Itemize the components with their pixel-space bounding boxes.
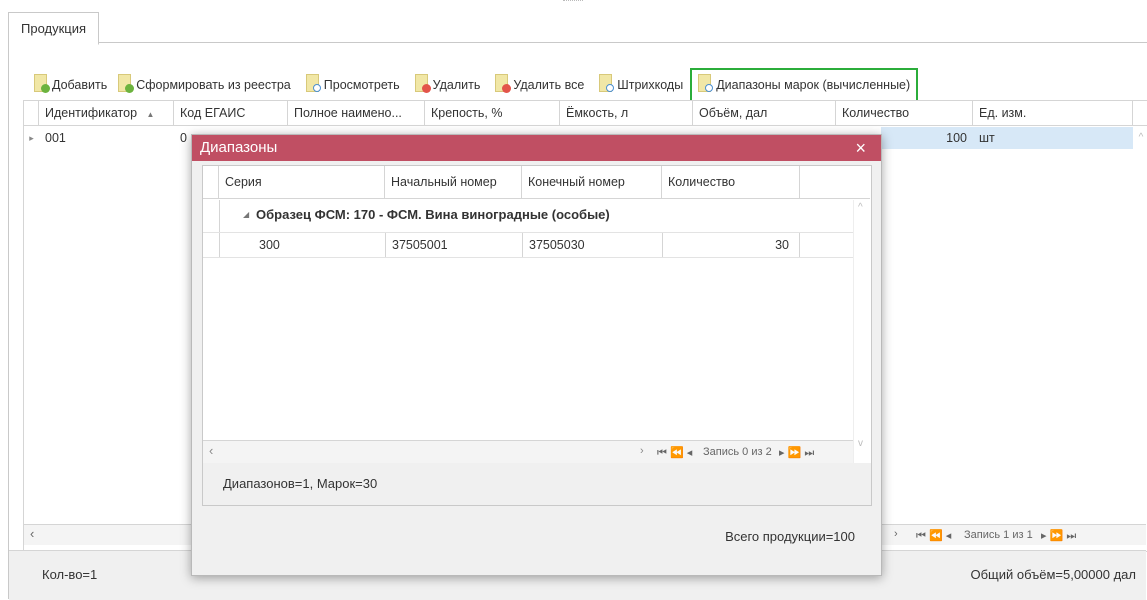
add-button-label: Добавить	[52, 78, 108, 92]
ranges-dialog: Диапазоны × Серия Начальный номер Конечн…	[191, 134, 882, 576]
cell-end-number: 37505030	[522, 233, 585, 257]
delete-icon	[413, 74, 431, 96]
tab-products[interactable]: Продукция	[8, 12, 100, 45]
column-header-start-number[interactable]: Начальный номер	[385, 166, 522, 199]
footer-total-volume: Общий объём=5,00000 дал	[970, 567, 1136, 582]
dialog-title: Диапазоны	[200, 139, 278, 156]
cell-start-number: 37505001	[385, 233, 448, 257]
nav-next-last-icons[interactable]: ▸ ⏩ ⏭	[779, 446, 814, 460]
delete-button[interactable]: Удалить	[413, 71, 484, 99]
range-row[interactable]: 300 37505001 37505030 30	[203, 233, 853, 258]
form-from-registry-label: Сформировать из реестра	[136, 78, 291, 92]
scroll-up-icon[interactable]: ^	[858, 202, 863, 213]
ranges-horizontal-scrollbar[interactable]: ‹ › ⏮ ⏪ ◂ Запись 0 из 2 ▸ ⏩ ⏭	[203, 440, 853, 463]
column-header-end-number[interactable]: Конечный номер	[522, 166, 662, 199]
column-header-egais[interactable]: Код ЕГАИС	[174, 101, 288, 126]
column-header-quantity[interactable]: Количество	[836, 101, 973, 126]
splitter-grip[interactable]	[563, 0, 583, 4]
group-row[interactable]: ◢ Образец ФСМ: 170 - ФСМ. Вина виноградн…	[203, 200, 853, 233]
add-button[interactable]: Добавить	[32, 71, 110, 99]
scroll-right-icon[interactable]: ›	[640, 445, 644, 457]
footer-count: Кол-во=1	[42, 567, 98, 582]
column-header-identifier[interactable]: Идентификатор ▲	[39, 101, 174, 126]
ranges-summary-bar: Диапазонов=1, Марок=30	[202, 463, 872, 506]
column-header-capacity[interactable]: Ёмкость, л	[560, 101, 693, 126]
scroll-left-icon[interactable]: ‹	[209, 443, 213, 458]
view-icon	[304, 74, 322, 96]
view-icon	[597, 74, 615, 96]
add-icon	[116, 74, 135, 96]
cell-identifier[interactable]: 001	[45, 127, 165, 149]
column-header-full-name[interactable]: Полное наимено...	[288, 101, 425, 126]
stamp-ranges-button-label: Диапазоны марок (вычисленные)	[716, 78, 911, 92]
cell-quantity[interactable]: 100	[881, 127, 967, 149]
row-indicator-header	[24, 101, 39, 126]
group-label: Образец ФСМ: 170 - ФСМ. Вина виноградные…	[256, 207, 610, 222]
ranges-grid: Серия Начальный номер Конечный номер Кол…	[202, 165, 872, 465]
view-button-label: Просмотреть	[323, 78, 400, 92]
column-header-series[interactable]: Серия	[219, 166, 385, 199]
scroll-right-icon[interactable]: ›	[894, 528, 898, 540]
collapse-icon[interactable]: ◢	[243, 210, 249, 219]
view-icon	[696, 74, 714, 96]
column-header-count[interactable]: Количество	[662, 166, 800, 199]
view-button[interactable]: Просмотреть	[304, 71, 403, 99]
cell-unit[interactable]: шт	[979, 127, 1039, 149]
sort-asc-icon: ▲	[146, 110, 155, 119]
column-header-strength[interactable]: Крепость, %	[425, 101, 560, 126]
delete-all-button[interactable]: Удалить все	[493, 71, 587, 99]
ranges-vertical-scrollbar[interactable]: ^ v	[853, 200, 871, 464]
delete-all-button-label: Удалить все	[513, 78, 585, 92]
close-icon[interactable]: ×	[855, 135, 866, 161]
scroll-down-icon[interactable]: v	[858, 438, 863, 449]
stamp-ranges-button[interactable]: Диапазоны марок (вычисленные)	[690, 68, 919, 102]
column-header-volume[interactable]: Объём, дал	[693, 101, 836, 126]
row-indicator-icon: ▸	[29, 133, 34, 143]
column-header-unit[interactable]: Ед. изм.	[973, 101, 1133, 126]
nav-first-prev-icons[interactable]: ⏮ ⏪ ◂	[916, 529, 951, 543]
dialog-titlebar: Диапазоны ×	[192, 135, 881, 161]
scroll-left-icon[interactable]: ‹	[30, 526, 34, 541]
grid-record-counter: Запись 1 из 1	[964, 529, 1033, 541]
cell-count: 30	[662, 233, 800, 257]
cell-series: 300	[259, 238, 280, 252]
barcodes-button-label: Штрихкоды	[617, 78, 684, 92]
row-indicator-header	[203, 166, 219, 199]
barcodes-button[interactable]: Штрихкоды	[597, 71, 686, 99]
toolbar: Добавить Сформировать из реестра Просмот…	[32, 68, 919, 102]
nav-first-prev-icons[interactable]: ⏮ ⏪ ◂	[657, 446, 692, 460]
header-spacer	[1133, 101, 1147, 126]
total-products: Всего продукции=100	[725, 529, 855, 544]
dialog-footer: Всего продукции=100	[192, 515, 881, 575]
ranges-record-counter: Запись 0 из 2	[703, 446, 772, 458]
scroll-up-icon[interactable]: ^	[1134, 127, 1147, 149]
nav-next-last-icons[interactable]: ▸ ⏩ ⏭	[1041, 529, 1076, 543]
add-icon	[32, 74, 50, 96]
form-from-registry-button[interactable]: Сформировать из реестра	[116, 71, 294, 99]
delete-button-label: Удалить	[432, 78, 481, 92]
delete-icon	[493, 74, 512, 96]
ranges-summary: Диапазонов=1, Марок=30	[223, 476, 378, 491]
header-spacer	[800, 166, 870, 199]
